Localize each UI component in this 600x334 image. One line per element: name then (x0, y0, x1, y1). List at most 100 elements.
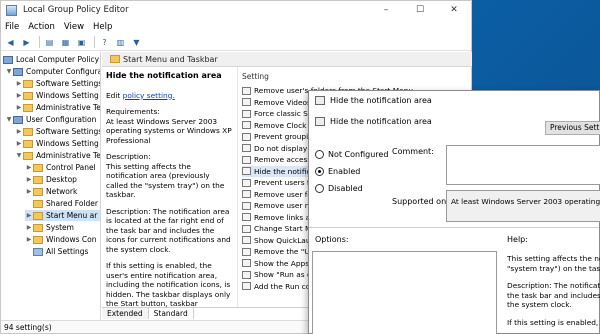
tree-item-system[interactable]: ▶ System (25, 222, 74, 233)
chevron-right-icon[interactable]: ▶ (25, 236, 33, 243)
comment-textarea[interactable] (446, 145, 600, 185)
tree-item-windows-components[interactable]: ▶ Windows Con (25, 234, 97, 245)
folder-icon (33, 211, 43, 220)
chevron-down-icon[interactable]: ▼ (5, 116, 13, 123)
help-line: the task bar and includes the (507, 290, 600, 300)
tree-item-label: Control Panel (46, 163, 96, 172)
radio-button[interactable] (315, 184, 324, 193)
folder-icon (23, 151, 33, 160)
description-text: Description: This setting affects the no… (106, 152, 225, 199)
tree-item-all-settings[interactable]: All Settings (25, 246, 88, 257)
navigation-tree: Local Computer Policy ▼ Computer Configu… (1, 52, 101, 320)
chevron-right-icon[interactable]: ▶ (25, 176, 33, 183)
tree-item-network[interactable]: ▶ Network (25, 186, 78, 197)
chevron-right-icon[interactable]: ▶ (25, 188, 33, 195)
policy-setting-dialog: Hide the notification area Hide the noti… (308, 90, 600, 334)
help-line: If this setting is enabled, the (507, 317, 600, 327)
policy-icon (242, 201, 251, 210)
menu-help[interactable]: Help (93, 22, 112, 32)
tab-standard[interactable]: Standard (148, 308, 194, 319)
chevron-right-icon[interactable]: ▶ (15, 92, 23, 99)
radio-disabled[interactable]: Disabled (315, 184, 363, 193)
folder-icon (33, 175, 43, 184)
maximize-button[interactable]: ☐ (403, 1, 437, 19)
computer-icon (3, 55, 13, 64)
setting-row[interactable]: Show the Apps vi (242, 258, 318, 270)
tree-item-software-settings[interactable]: ▶ Software Settings (15, 126, 100, 137)
setting-label: Change Start Me (254, 224, 316, 234)
tree-item-shared-folders[interactable]: Shared Folder (25, 198, 98, 209)
menu-bar: File Action View Help (1, 19, 471, 34)
tree-item-computer-configuration[interactable]: ▼ Computer Configura (5, 66, 100, 77)
policy-icon (242, 282, 251, 291)
column-header-setting[interactable]: Setting (242, 72, 269, 81)
show-hide-tree-icon[interactable]: ▦ (59, 36, 72, 49)
setting-row[interactable]: Show QuickLaun (242, 235, 315, 247)
menu-file[interactable]: File (5, 22, 19, 32)
chevron-right-icon[interactable]: ▶ (25, 164, 33, 171)
dialog-title: Hide the notification area (330, 96, 432, 105)
export-list-icon[interactable]: ▣ (75, 36, 88, 49)
tree-item-start-menu-and-taskbar[interactable]: ▶ Start Menu ar (25, 210, 100, 221)
previous-setting-button[interactable]: Previous Setting (545, 121, 600, 135)
help-icon[interactable]: ? (98, 36, 111, 49)
tab-extended[interactable]: Extended (102, 308, 149, 319)
chevron-right-icon[interactable]: ▶ (15, 140, 23, 147)
setting-row[interactable]: Add the Run com (242, 281, 317, 293)
radio-button[interactable] (315, 150, 324, 159)
chevron-right-icon[interactable]: ▶ (15, 128, 23, 135)
tree-item-administrative-templates[interactable]: ▶ Administrative Te (15, 102, 101, 113)
folder-icon (33, 199, 43, 208)
folder-icon (110, 55, 120, 63)
filter-icon[interactable]: ▼ (130, 36, 143, 49)
chevron-down-icon[interactable]: ▼ (15, 152, 23, 159)
setting-row[interactable]: Remove Videos li (242, 97, 317, 109)
policy-icon (242, 98, 251, 107)
chevron-right-icon[interactable]: ▶ (25, 224, 33, 231)
tree-item-label: Software Settings (36, 79, 101, 88)
dialog-title-bar[interactable]: Hide the notification area (309, 91, 599, 110)
radio-not-configured[interactable]: Not Configured (315, 150, 388, 159)
tree-item-windows-settings[interactable]: ▶ Windows Setting (15, 138, 99, 149)
tree-item-software-settings[interactable]: ▶ Software Settings (15, 78, 101, 89)
supported-on-field: At least Windows Server 2003 operating s… (446, 190, 600, 222)
setting-row[interactable]: Prevent users fro (242, 177, 317, 189)
help-text-panel: This setting affects the notifi "system … (507, 254, 600, 334)
properties-icon[interactable]: ▥ (114, 36, 127, 49)
pane-header-title: Start Menu and Taskbar (123, 54, 218, 64)
policy-icon (242, 109, 251, 118)
policy-icon (242, 190, 251, 199)
chevron-right-icon[interactable]: ▶ (15, 80, 23, 87)
tree-item-desktop[interactable]: ▶ Desktop (25, 174, 77, 185)
title-bar[interactable]: Local Group Policy Editor – ☐ ✕ (1, 1, 471, 19)
menu-action[interactable]: Action (28, 22, 55, 32)
options-panel (312, 251, 497, 334)
folder-icon (23, 103, 33, 112)
setting-row-selected[interactable]: Hide the notificat (242, 165, 318, 177)
tree-item-local-computer-policy[interactable]: Local Computer Policy (3, 54, 99, 65)
radio-button-checked[interactable] (315, 167, 324, 176)
window-controls: – ☐ ✕ (369, 1, 471, 19)
setting-row[interactable]: Change Start Me (242, 223, 316, 235)
folder-icon (23, 79, 33, 88)
radio-enabled[interactable]: Enabled (315, 167, 360, 176)
policy-icon (242, 178, 251, 187)
forward-arrow-icon[interactable]: ▶ (20, 36, 33, 49)
tree-item-user-configuration[interactable]: ▼ User Configuration (5, 114, 97, 125)
tree-item-label: Windows Con (46, 235, 97, 244)
tree-item-windows-settings[interactable]: ▶ Windows Setting (15, 90, 99, 101)
back-arrow-icon[interactable]: ◀ (4, 36, 17, 49)
chevron-right-icon[interactable]: ▶ (25, 212, 33, 219)
setting-row[interactable]: Prevent grouping (242, 131, 318, 143)
tree-item-administrative-templates[interactable]: ▼ Administrative Te (15, 150, 100, 161)
tree-item-label: Administrative Te (36, 103, 101, 112)
minimize-button[interactable]: – (369, 1, 403, 19)
up-folder-icon[interactable]: ▤ (43, 36, 56, 49)
tree-item-control-panel[interactable]: ▶ Control Panel (25, 162, 96, 173)
edit-policy-link[interactable]: policy setting. (123, 91, 175, 100)
menu-view[interactable]: View (64, 22, 84, 32)
policy-icon (242, 144, 251, 153)
chevron-right-icon[interactable]: ▶ (15, 104, 23, 111)
close-button[interactable]: ✕ (437, 1, 471, 19)
chevron-down-icon[interactable]: ▼ (5, 68, 13, 75)
